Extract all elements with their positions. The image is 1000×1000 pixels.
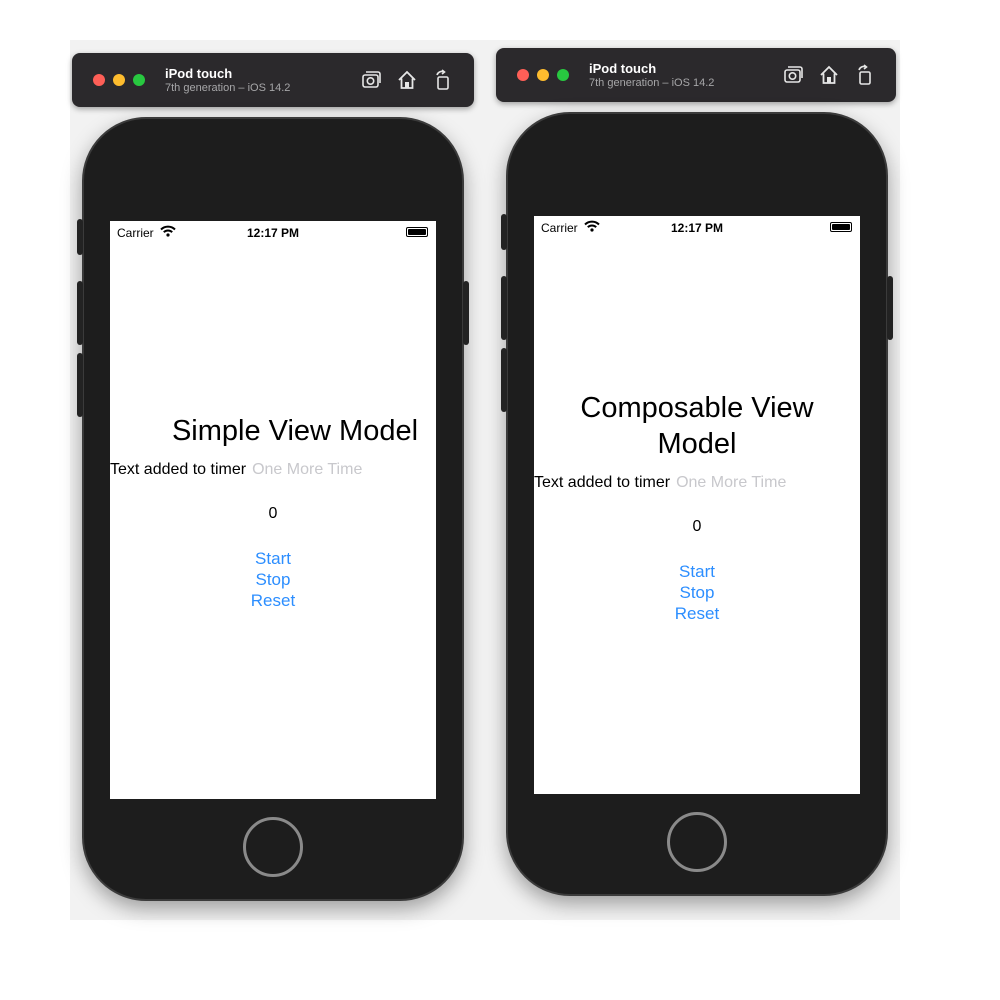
ipod-device-frame: Carrier 12:17 PM Composable View Model T…	[501, 112, 893, 896]
rotate-icon[interactable]	[432, 69, 454, 91]
power-button[interactable]	[463, 281, 469, 345]
window-controls	[93, 74, 145, 86]
power-button[interactable]	[887, 276, 893, 340]
close-window-button[interactable]	[517, 69, 529, 81]
status-bar: Carrier 12:17 PM	[110, 221, 436, 243]
device-screen: Carrier 12:17 PM Composable View Model T…	[534, 216, 860, 794]
text-input-row: Text added to timer One More Time	[534, 474, 860, 492]
close-window-button[interactable]	[93, 74, 105, 86]
volume-down-button[interactable]	[77, 353, 83, 417]
text-input-field[interactable]: One More Time	[676, 474, 786, 491]
device-screen: Carrier 12:17 PM Simple View Model Text …	[110, 221, 436, 799]
mute-switch[interactable]	[501, 214, 507, 250]
reset-button[interactable]: Reset	[251, 591, 295, 610]
screenshot-icon[interactable]	[782, 64, 804, 86]
simulator-titlebar: iPod touch 7th generation – iOS 14.2	[72, 53, 474, 107]
simulator-titlebar: iPod touch 7th generation – iOS 14.2	[496, 48, 896, 102]
device-name: iPod touch	[589, 61, 657, 76]
text-input-label: Text added to timer	[110, 461, 247, 478]
device-name: iPod touch	[165, 66, 233, 81]
status-time: 12:17 PM	[246, 226, 300, 240]
volume-up-button[interactable]	[501, 276, 507, 340]
text-input-row: Text added to timer One More Time	[110, 461, 436, 479]
screenshot-icon[interactable]	[360, 69, 382, 91]
home-icon[interactable]	[818, 64, 840, 86]
window-controls	[517, 69, 569, 81]
status-time: 12:17 PM	[670, 221, 724, 235]
ipod-device-frame: Carrier 12:17 PM Simple View Model Text …	[77, 117, 469, 901]
volume-up-button[interactable]	[77, 281, 83, 345]
home-button[interactable]	[243, 817, 303, 877]
timer-controls: Start Stop Reset	[534, 562, 860, 623]
zoom-window-button[interactable]	[133, 74, 145, 86]
page-title: Simple View Model	[171, 415, 419, 447]
simulator-window-left: iPod touch 7th generation – iOS 14.2 Car…	[72, 53, 474, 903]
minimize-window-button[interactable]	[113, 74, 125, 86]
simulator-window-right: iPod touch 7th generation – iOS 14.2 Car…	[496, 48, 896, 898]
home-icon[interactable]	[396, 69, 418, 91]
device-subtitle: 7th generation – iOS 14.2	[165, 82, 291, 94]
timer-counter: 0	[268, 505, 278, 522]
stop-button[interactable]: Stop	[256, 570, 291, 589]
rotate-icon[interactable]	[854, 64, 876, 86]
start-button[interactable]: Start	[255, 549, 291, 568]
home-button[interactable]	[667, 812, 727, 872]
app-content: Simple View Model Text added to timer One…	[110, 413, 436, 610]
start-button[interactable]: Start	[679, 562, 715, 581]
timer-counter: 0	[692, 518, 702, 535]
minimize-window-button[interactable]	[537, 69, 549, 81]
text-input-field[interactable]: One More Time	[252, 461, 362, 478]
volume-down-button[interactable]	[501, 348, 507, 412]
battery-icon	[406, 227, 428, 237]
battery-icon	[830, 222, 852, 232]
page-title: Composable View Model	[580, 392, 814, 460]
reset-button[interactable]: Reset	[675, 604, 719, 623]
status-bar: Carrier 12:17 PM	[534, 216, 860, 238]
stop-button[interactable]: Stop	[680, 583, 715, 602]
zoom-window-button[interactable]	[557, 69, 569, 81]
app-content: Composable View Model Text added to time…	[534, 390, 860, 623]
mute-switch[interactable]	[77, 219, 83, 255]
timer-controls: Start Stop Reset	[110, 549, 436, 610]
text-input-label: Text added to timer	[534, 474, 671, 491]
device-subtitle: 7th generation – iOS 14.2	[589, 77, 715, 89]
